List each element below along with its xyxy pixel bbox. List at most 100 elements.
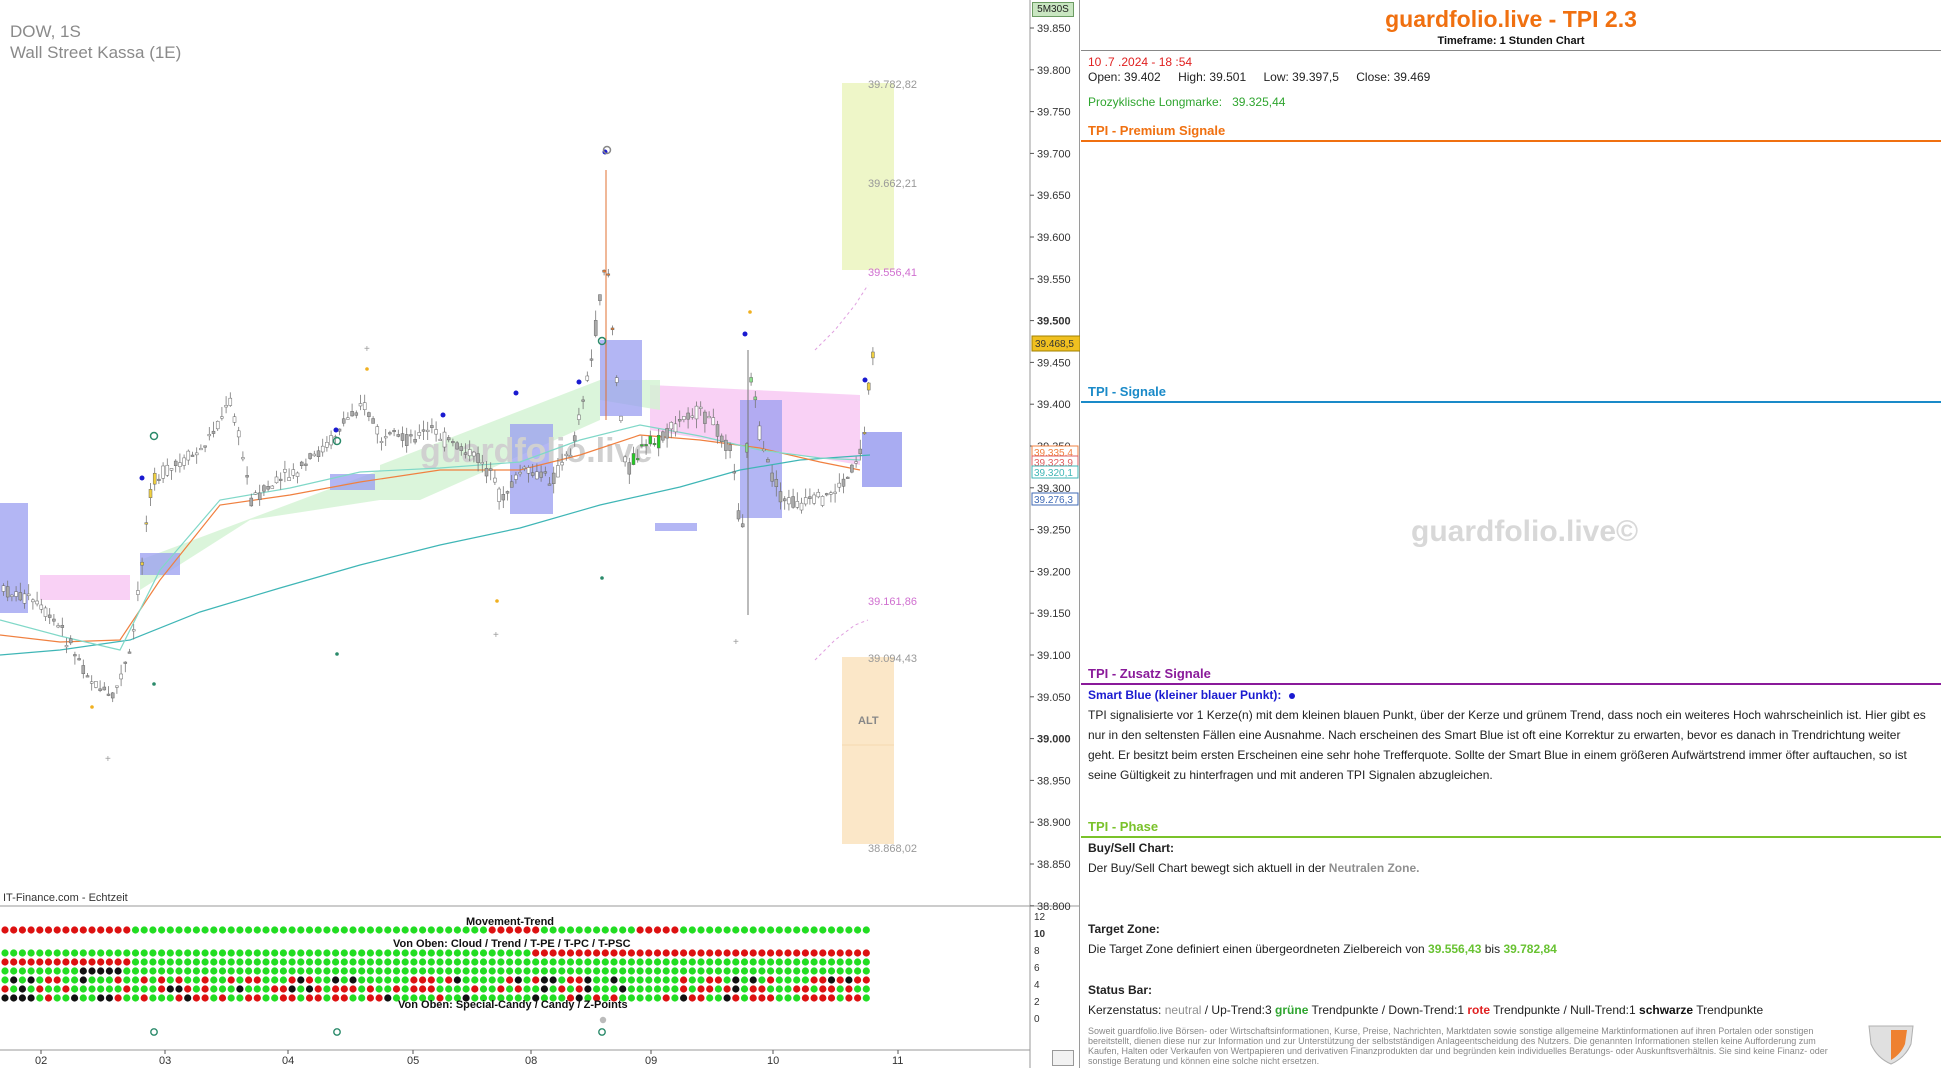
trend-dot <box>532 967 540 975</box>
trend-dot <box>1 958 9 966</box>
section-extra-rule <box>1081 683 1941 685</box>
smart-blue-dot[interactable] <box>440 412 446 418</box>
trend-dot <box>192 994 200 1002</box>
trend-dot <box>375 976 383 984</box>
candle-body <box>841 478 846 487</box>
trend-dot <box>732 949 740 957</box>
x-tick-label: 02 <box>35 1055 47 1067</box>
trend-dot <box>349 926 357 934</box>
candle-body <box>850 464 854 473</box>
trend-dot <box>88 985 96 993</box>
trend-dot <box>697 958 705 966</box>
trend-dot <box>18 926 26 934</box>
trend-dot <box>784 967 792 975</box>
price-chart[interactable]: 39.782,82 39.662,21 39.556,41 39.161,86 … <box>0 0 1080 1068</box>
trend-dot <box>375 926 383 934</box>
trend-dot <box>767 926 775 934</box>
smart-blue-dot[interactable] <box>139 475 145 481</box>
trend-dot <box>192 985 200 993</box>
trend-dot <box>314 949 322 957</box>
smart-blue-dot[interactable] <box>576 379 582 385</box>
trend-dot <box>514 958 522 966</box>
trend-dot <box>401 967 409 975</box>
trend-dot <box>740 976 749 984</box>
trend-dot <box>419 967 427 975</box>
candle-body <box>451 441 455 444</box>
trend-dot <box>1 949 9 957</box>
trend-dot <box>749 967 757 975</box>
candle-body <box>551 472 556 484</box>
smart-blue-dot[interactable] <box>862 377 868 383</box>
trend-dot <box>105 985 113 993</box>
blue-block <box>140 553 180 575</box>
trend-dot <box>158 994 166 1002</box>
status-null-post: Trendpunkte <box>1696 1003 1764 1017</box>
candle-body <box>190 454 195 457</box>
trend-dot <box>27 949 35 957</box>
low-value: Low: 39.397,5 <box>1263 70 1339 84</box>
timeframe-button[interactable]: 5M30S <box>1032 2 1074 17</box>
trend-dot <box>384 949 392 957</box>
trend-dot <box>358 967 366 975</box>
trend-dot <box>427 926 435 934</box>
trend-dot <box>801 967 810 975</box>
chart-settings-icon[interactable] <box>1052 1050 1074 1066</box>
z-point-cross: + <box>105 754 111 765</box>
trend-dot <box>593 926 601 934</box>
trend-dot <box>593 976 601 984</box>
trend-dot <box>349 976 357 984</box>
trend-dot <box>845 967 853 975</box>
candle-body <box>270 485 275 489</box>
candle-body <box>262 485 266 492</box>
trend-dot <box>62 949 70 957</box>
trend-dot <box>1 976 9 984</box>
candle-body <box>606 273 611 276</box>
candle-body <box>858 448 863 455</box>
candle-body <box>257 492 262 500</box>
candle-body <box>152 472 157 485</box>
trend-dot <box>732 985 740 993</box>
candle-body <box>31 599 35 603</box>
candle-body <box>236 430 241 438</box>
smart-blue-dot[interactable] <box>333 427 339 433</box>
trend-dot <box>566 967 575 975</box>
candle-body <box>614 377 619 383</box>
candle-body <box>787 497 791 505</box>
candle-body <box>665 428 669 439</box>
section-premium-rule <box>1081 140 1941 142</box>
trend-dot <box>619 985 627 993</box>
trend-dot <box>62 985 70 993</box>
chart-canvas[interactable]: 39.782,82 39.662,21 39.556,41 39.161,86 … <box>0 0 1080 1068</box>
trend-dot <box>784 958 792 966</box>
trend-dot <box>114 976 122 984</box>
trend-dot <box>706 926 714 934</box>
trend-dot <box>105 958 113 966</box>
candle-body <box>442 431 447 448</box>
z-point <box>335 652 339 656</box>
trend-dot <box>305 967 314 975</box>
trend-dot <box>175 949 183 957</box>
smart-blue-dot[interactable] <box>742 331 748 337</box>
trend-dot <box>166 958 174 966</box>
trend-dot <box>305 985 314 993</box>
trend-dot <box>697 976 705 984</box>
trend-dot <box>114 985 122 993</box>
trend-dot <box>845 985 853 993</box>
smart-blue-dot[interactable] <box>513 390 519 396</box>
trend-dot <box>419 958 427 966</box>
trend-dot <box>10 949 18 957</box>
zone-level-upper-top: 39.782,82 <box>868 79 917 91</box>
header-divider <box>1081 50 1941 51</box>
trend-dot <box>645 976 653 984</box>
trend-dot <box>62 958 70 966</box>
candle-body <box>509 481 514 488</box>
trend-dot <box>775 926 783 934</box>
candle-body <box>493 477 497 483</box>
trend-dot <box>801 994 810 1002</box>
candle-body <box>690 415 695 418</box>
candle-body <box>430 425 434 428</box>
trend-dot <box>332 994 340 1002</box>
trend-dot <box>279 949 287 957</box>
trend-dot <box>601 958 609 966</box>
trend-dot <box>166 926 174 934</box>
